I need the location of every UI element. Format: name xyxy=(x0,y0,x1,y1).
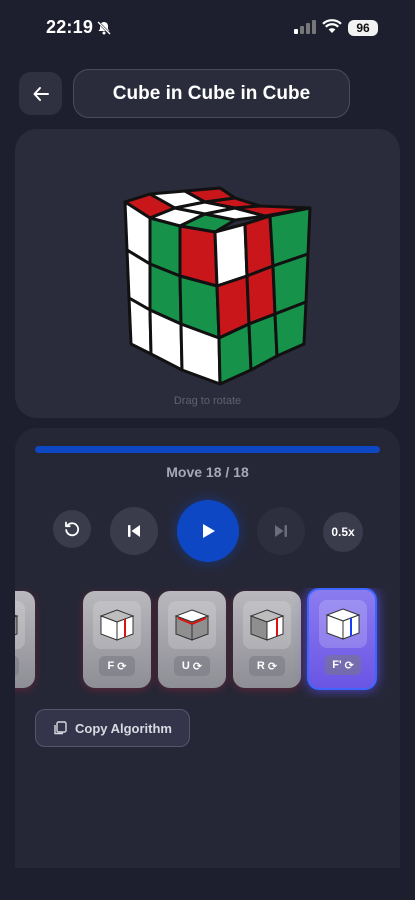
wifi-icon xyxy=(322,19,342,33)
battery-indicator: 96 xyxy=(348,20,378,36)
turn-icon: ⟳ xyxy=(117,660,127,673)
move-label: U ⟳ xyxy=(174,656,210,676)
cube-thumbnail-icon xyxy=(15,614,19,636)
signal-icon xyxy=(294,20,316,34)
playback-panel: Move 18 / 18 0.5x F ⟳ U ⟳ R ⟳ F' ⟳ Copy … xyxy=(15,428,400,868)
bell-off-icon xyxy=(97,21,111,35)
move-label: R ⟳ xyxy=(249,656,285,676)
move-notation: F' xyxy=(332,659,342,671)
speed-button[interactable]: 0.5x xyxy=(323,512,363,552)
copy-algorithm-label: Copy Algorithm xyxy=(74,720,172,736)
move-card[interactable]: U ⟳ xyxy=(158,591,226,688)
cube-3d[interactable] xyxy=(105,184,320,389)
progress-bar[interactable] xyxy=(35,446,380,453)
copy-icon xyxy=(54,721,67,735)
move-notation: F xyxy=(107,660,115,672)
cube-thumbnail-icon xyxy=(99,609,135,641)
move-notation: R xyxy=(256,660,265,672)
next-move-button[interactable] xyxy=(257,507,305,555)
play-button[interactable] xyxy=(177,500,239,562)
move-thumbnail xyxy=(243,601,291,649)
cube-viewer[interactable]: Drag to rotate xyxy=(15,129,400,418)
turn-icon: ⟳ xyxy=(267,660,278,673)
back-button[interactable] xyxy=(19,72,62,115)
move-strip[interactable]: F'⟳ F⟳ xyxy=(15,588,400,698)
reset-button[interactable] xyxy=(53,510,91,548)
move-label: F'⟳ xyxy=(325,655,361,675)
turn-icon: ⟳ xyxy=(192,660,203,673)
move-label: F ⟳ xyxy=(99,656,135,676)
move-counter: Move 18 / 18 xyxy=(166,464,249,480)
status-bar: 22:19 96 xyxy=(0,0,415,56)
progress-fill xyxy=(35,446,380,453)
play-icon xyxy=(203,524,215,538)
skip-forward-icon xyxy=(275,525,287,537)
status-time: 22:19 xyxy=(46,17,94,37)
drag-hint: Drag to rotate xyxy=(173,395,242,407)
move-card[interactable]: F'⟳ xyxy=(15,591,35,688)
move-card[interactable]: F ⟳ xyxy=(83,591,151,688)
move-thumbnail xyxy=(15,601,25,649)
previous-move-button[interactable] xyxy=(110,507,158,555)
skip-back-icon xyxy=(128,525,140,537)
move-card[interactable]: R ⟳ xyxy=(233,591,301,688)
cube-thumbnail-icon xyxy=(325,608,361,640)
move-label: F'⟳ xyxy=(15,656,19,676)
arrow-left-icon xyxy=(33,86,49,101)
move-thumbnail xyxy=(93,601,141,649)
page-title: Cube in Cube in Cube xyxy=(73,69,350,118)
rotate-ccw-icon xyxy=(65,521,80,537)
move-notation: U xyxy=(181,660,190,672)
copy-algorithm-button[interactable]: Copy Algorithm xyxy=(35,709,190,747)
move-card-active[interactable]: F' ⟳ xyxy=(307,588,377,690)
cube-thumbnail-icon xyxy=(249,609,285,641)
cube-thumbnail-icon xyxy=(174,609,210,641)
move-thumbnail xyxy=(168,601,216,649)
turn-icon: ⟳ xyxy=(344,659,354,672)
move-thumbnail xyxy=(319,600,367,648)
